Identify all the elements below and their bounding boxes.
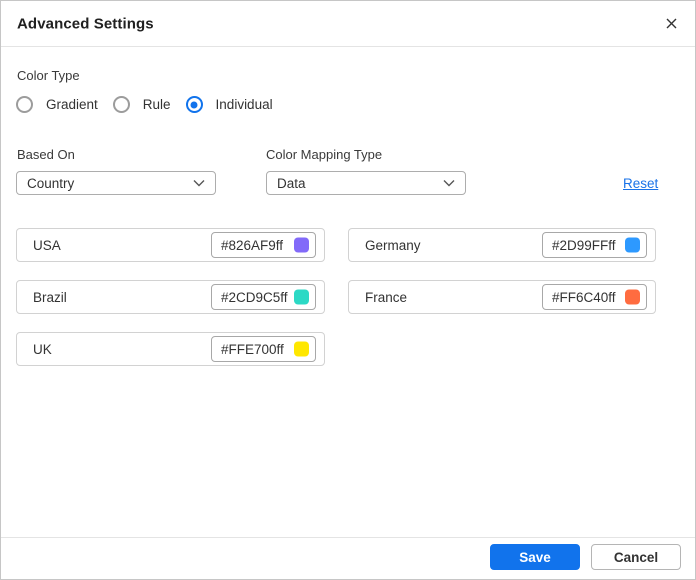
radio-option-label: Individual (215, 97, 273, 112)
radio-icon[interactable] (16, 96, 33, 113)
color-mapping-type-select[interactable]: Data (266, 171, 466, 195)
color-mapping-row: France #FF6C40ff (348, 280, 656, 314)
close-icon[interactable] (659, 12, 683, 36)
color-type-radio-option[interactable]: Individual (185, 96, 273, 113)
hex-value: #2CD9C5ff (221, 289, 288, 305)
dialog-title: Advanced Settings (17, 15, 154, 32)
color-swatch[interactable] (625, 289, 640, 305)
color-mapping-row: Germany #2D99FFff (348, 228, 656, 262)
color-mapping-grid: USA #826AF9ff Germany #2D99FFff Brazil #… (16, 228, 681, 366)
country-label: UK (33, 341, 52, 357)
color-mapping-row: USA #826AF9ff (16, 228, 325, 262)
based-on-select[interactable]: Country (16, 171, 216, 195)
dialog-header: Advanced Settings (1, 1, 695, 47)
country-label: Brazil (33, 289, 67, 305)
chevron-down-icon (192, 176, 206, 190)
hex-value: #FFE700ff (221, 341, 284, 357)
color-type-radio-option[interactable]: Rule (112, 96, 171, 113)
color-value-input[interactable]: #FFE700ff (211, 336, 316, 362)
country-label: Germany (365, 237, 421, 253)
color-value-input[interactable]: #2D99FFff (542, 232, 647, 258)
radio-option-label: Gradient (46, 97, 98, 112)
color-mapping-type-value: Data (277, 175, 306, 191)
color-swatch[interactable] (294, 289, 309, 305)
advanced-settings-dialog: Advanced Settings Color Type Gradient Ru… (0, 0, 696, 580)
color-type-radio-group: Gradient Rule Individual (16, 96, 288, 113)
based-on-label: Based On (17, 147, 75, 162)
radio-icon[interactable] (112, 96, 130, 113)
color-value-input[interactable]: #FF6C40ff (542, 284, 647, 310)
color-mapping-type-label: Color Mapping Type (266, 147, 383, 162)
reset-link[interactable]: Reset (623, 176, 658, 191)
radio-option-label: Rule (142, 97, 171, 112)
color-swatch[interactable] (294, 237, 309, 253)
hex-value: #826AF9ff (221, 237, 284, 253)
radio-icon[interactable] (185, 96, 203, 113)
color-value-input[interactable]: #826AF9ff (211, 232, 316, 258)
country-label: USA (33, 237, 61, 253)
country-label: France (365, 289, 408, 305)
chevron-down-icon (442, 176, 456, 190)
color-value-input[interactable]: #2CD9C5ff (211, 284, 316, 310)
save-button[interactable]: Save (490, 544, 580, 570)
color-type-radio-option[interactable]: Gradient (16, 96, 98, 113)
color-mapping-row: UK #FFE700ff (16, 332, 325, 366)
cancel-button[interactable]: Cancel (591, 544, 681, 570)
based-on-value: Country (27, 175, 75, 191)
color-type-label: Color Type (17, 68, 80, 83)
color-mapping-row: Brazil #2CD9C5ff (16, 280, 325, 314)
hex-value: #2D99FFff (552, 237, 616, 253)
color-swatch[interactable] (294, 341, 309, 357)
hex-value: #FF6C40ff (552, 289, 616, 305)
color-swatch[interactable] (625, 237, 640, 253)
dialog-footer: Save Cancel (1, 537, 695, 579)
